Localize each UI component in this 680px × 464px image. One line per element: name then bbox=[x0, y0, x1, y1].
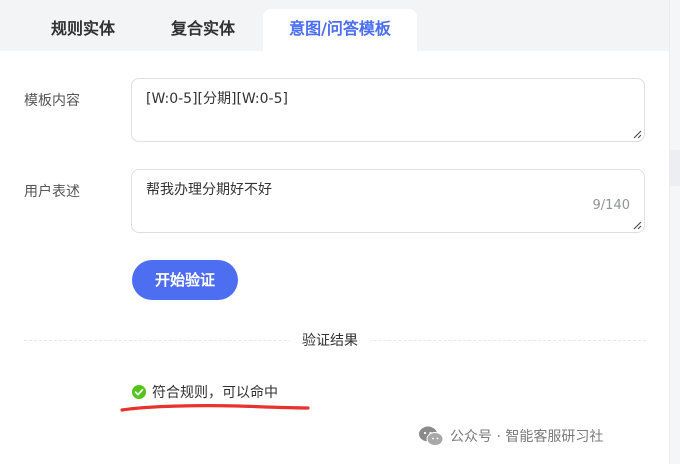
side-scroll-strip bbox=[669, 0, 680, 464]
result-status: 符合规则，可以命中 bbox=[132, 382, 278, 402]
template-content-input[interactable]: [W:0-5][分期][W:0-5] bbox=[131, 78, 645, 142]
user-utterance-input[interactable]: 帮我办理分期好不好 9/140 bbox=[131, 169, 645, 233]
user-utterance-value: 帮我办理分期好不好 bbox=[146, 182, 272, 198]
template-content-label: 模板内容 bbox=[24, 93, 80, 109]
tab-rule-entity[interactable]: 规则实体 bbox=[18, 9, 148, 51]
resize-handle-icon[interactable] bbox=[632, 129, 642, 139]
resize-handle-icon[interactable] bbox=[632, 220, 642, 230]
watermark: 公众号 · 智能客服研习社 bbox=[418, 425, 603, 447]
template-content-value: [W:0-5][分期][W:0-5] bbox=[146, 91, 288, 107]
hand-drawn-underline bbox=[120, 404, 310, 412]
start-verify-button[interactable]: 开始验证 bbox=[132, 260, 238, 300]
side-strip-marker bbox=[670, 150, 680, 186]
check-circle-icon bbox=[132, 385, 146, 399]
user-utterance-label: 用户表述 bbox=[24, 184, 80, 200]
char-counter: 9/140 bbox=[592, 198, 630, 213]
watermark-text: 公众号 · 智能客服研习社 bbox=[450, 429, 604, 445]
result-message: 符合规则，可以命中 bbox=[152, 385, 278, 401]
wechat-icon bbox=[419, 426, 444, 446]
tab-bar: 规则实体 复合实体 意图/问答模板 bbox=[0, 0, 670, 51]
tab-composite-entity[interactable]: 复合实体 bbox=[138, 9, 268, 51]
tab-intent-template[interactable]: 意图/问答模板 bbox=[263, 9, 417, 51]
result-title: 验证结果 bbox=[290, 330, 370, 350]
